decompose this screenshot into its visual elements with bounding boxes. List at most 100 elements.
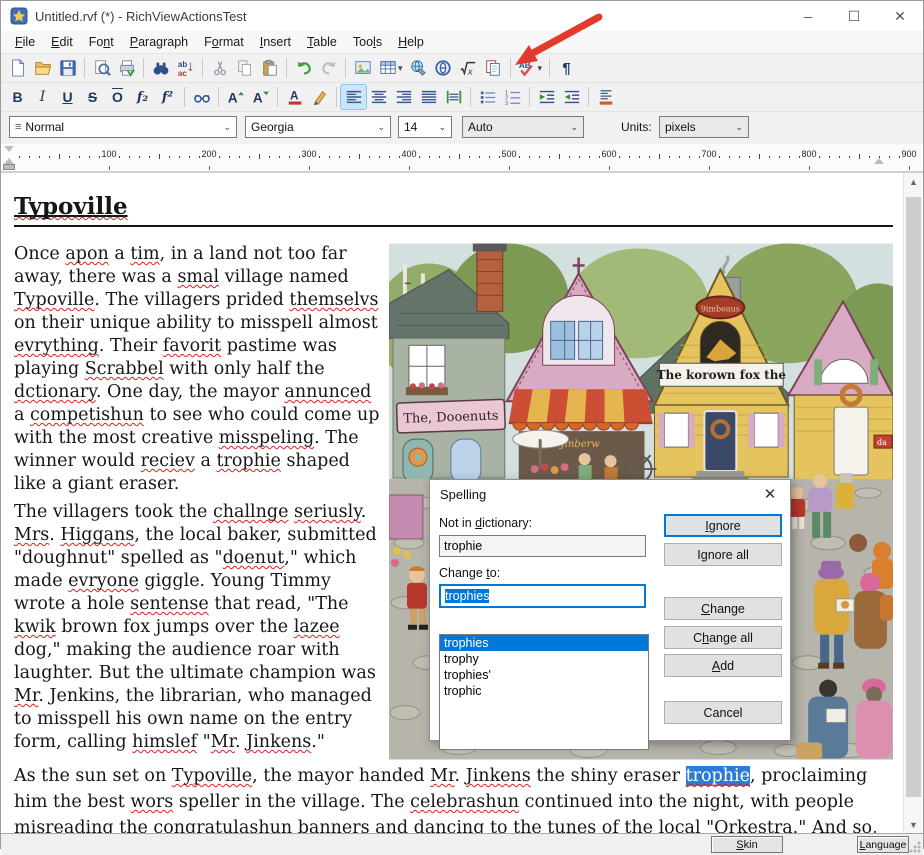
menu-edit[interactable]: Edit <box>43 33 81 51</box>
change-all-button[interactable]: Change all <box>664 626 782 649</box>
align-justify-icon[interactable] <box>416 85 441 109</box>
print-icon[interactable] <box>114 56 139 80</box>
align-right-icon[interactable] <box>391 85 416 109</box>
suggestions-list[interactable]: trophiestrophytrophies'trophic <box>439 634 649 750</box>
svg-text:9imbeaus: 9imbeaus <box>701 304 740 313</box>
align-left-icon[interactable] <box>341 85 366 109</box>
insert-hyperlink-icon[interactable] <box>406 56 431 80</box>
highlight-icon[interactable] <box>307 85 332 109</box>
menu-paragraph[interactable]: Paragraph <box>122 33 196 51</box>
dialog-close-icon[interactable]: ✕ <box>750 480 790 508</box>
new-document-icon[interactable] <box>5 56 30 80</box>
change-to-label: Change to: <box>439 566 500 580</box>
insert-table-dropdown-icon[interactable]: ▾ <box>398 63 403 74</box>
insert-document-icon[interactable] <box>481 56 506 80</box>
ruler-label-200: 200 <box>201 149 216 159</box>
minimize-button[interactable]: – <box>785 1 831 31</box>
grow-font-icon[interactable]: A <box>223 85 248 109</box>
menu-tools[interactable]: Tools <box>345 33 390 51</box>
dialog-title-bar[interactable]: Spelling ✕ <box>430 480 790 508</box>
subscript-button[interactable]: f₂ <box>130 85 155 109</box>
insert-image-icon[interactable] <box>350 56 375 80</box>
copy-icon[interactable] <box>232 56 257 80</box>
strikethrough-button[interactable]: S <box>80 85 105 109</box>
find-icon[interactable] <box>148 56 173 80</box>
resize-grip[interactable] <box>909 841 921 853</box>
style-combo[interactable]: ≡ Normal⌄ <box>9 116 237 138</box>
save-file-icon[interactable] <box>55 56 80 80</box>
outdent-icon[interactable] <box>534 85 559 109</box>
print-preview-icon[interactable] <box>89 56 114 80</box>
menu-format[interactable]: Format <box>196 33 252 51</box>
add-button[interactable]: Add <box>664 654 782 677</box>
ignore-all-button[interactable]: Ignore all <box>664 543 782 566</box>
underline-button[interactable]: U <box>55 85 80 109</box>
shrink-font-icon[interactable]: A <box>248 85 273 109</box>
ruler-label-400: 400 <box>401 149 416 159</box>
units-label: Units: <box>621 120 652 134</box>
italic-button[interactable]: I <box>30 85 55 109</box>
applied-style-combo[interactable]: Auto⌄ <box>462 116 584 138</box>
toolbar-standard: abac▾xAB▾¶ <box>1 53 923 82</box>
bold-button[interactable]: B <box>5 85 30 109</box>
suggestion-item[interactable]: trophies' <box>440 667 648 683</box>
insert-equation-icon[interactable]: x <box>456 56 481 80</box>
vertical-scrollbar[interactable]: ▲ ▼ <box>903 173 923 833</box>
font-combo[interactable]: Georgia⌄ <box>245 116 391 138</box>
font-color-icon[interactable]: A <box>282 85 307 109</box>
open-file-icon[interactable] <box>30 56 55 80</box>
glasses-icon[interactable] <box>189 85 214 109</box>
fit-width-icon[interactable] <box>441 85 466 109</box>
not-in-dictionary-field[interactable]: trophie <box>439 535 646 557</box>
scroll-up-icon[interactable]: ▲ <box>904 173 923 190</box>
spell-check-icon[interactable]: AB <box>515 56 540 80</box>
units-combo[interactable]: pixels⌄ <box>659 116 749 138</box>
numbered-list-icon[interactable]: 123 <box>500 85 525 109</box>
first-line-indent-marker[interactable] <box>4 146 14 152</box>
formatting-marks-icon[interactable]: ¶ <box>554 56 579 80</box>
svg-text:3: 3 <box>504 101 507 106</box>
maximize-button[interactable]: ☐ <box>831 1 877 31</box>
spell-check-dropdown-icon[interactable]: ▾ <box>538 63 543 74</box>
menu-help[interactable]: Help <box>390 33 432 51</box>
cut-icon[interactable] <box>207 56 232 80</box>
suggestion-item[interactable]: trophies <box>440 635 648 651</box>
insert-table-icon[interactable] <box>375 56 400 80</box>
insert-symbol-icon[interactable] <box>431 56 456 80</box>
align-center-icon[interactable] <box>366 85 391 109</box>
replace-icon[interactable]: abac <box>173 56 198 80</box>
suggestion-item[interactable]: trophy <box>440 651 648 667</box>
close-button[interactable]: ✕ <box>877 1 923 31</box>
svg-text:da: da <box>877 438 887 447</box>
menu-font[interactable]: Font <box>81 33 122 51</box>
spelling-dialog: Spelling ✕ Not in dictionary: trophie Ch… <box>429 479 791 741</box>
bullet-list-icon[interactable] <box>475 85 500 109</box>
left-margin-marker[interactable] <box>3 164 15 170</box>
paste-icon[interactable] <box>257 56 282 80</box>
menu-file[interactable]: File <box>7 33 43 51</box>
cancel-button[interactable]: Cancel <box>664 701 782 724</box>
svg-text:A: A <box>227 90 237 105</box>
overline-button[interactable]: O <box>105 85 130 109</box>
menu-insert[interactable]: Insert <box>252 33 299 51</box>
scrollbar-thumb[interactable] <box>906 197 921 797</box>
paragraph-shading-icon[interactable] <box>593 85 618 109</box>
undo-icon[interactable] <box>291 56 316 80</box>
change-to-field[interactable]: trophies <box>439 584 646 608</box>
svg-text:The korown fox the: The korown fox the <box>657 368 787 382</box>
scroll-down-icon[interactable]: ▼ <box>904 816 923 833</box>
font-size-combo[interactable]: 14⌄ <box>398 116 452 138</box>
menu-table[interactable]: Table <box>299 33 345 51</box>
suggestion-item[interactable]: trophic <box>440 683 648 699</box>
redo-icon[interactable] <box>316 56 341 80</box>
skin-button[interactable]: Skin <box>711 836 783 853</box>
ignore-button[interactable]: Ignore <box>664 514 782 537</box>
ruler-label-500: 500 <box>501 149 516 159</box>
window-title: Untitled.rvf (*) - RichViewActionsTest <box>35 9 246 24</box>
language-button[interactable]: Language <box>857 836 909 853</box>
superscript-button[interactable]: f² <box>155 85 180 109</box>
change-button[interactable]: Change <box>664 597 782 620</box>
indent-icon[interactable] <box>559 85 584 109</box>
svg-text:ac: ac <box>177 69 186 77</box>
right-indent-marker[interactable] <box>874 158 884 164</box>
